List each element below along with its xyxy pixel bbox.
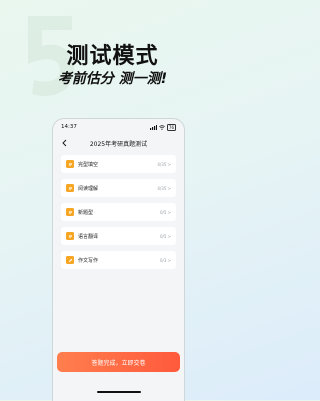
- nav-bar: 2025年考研真题测试: [53, 135, 184, 151]
- section-item-new-type[interactable]: 新题型 0/5 >: [61, 203, 176, 221]
- submit-exam-button[interactable]: 答题完成，立即交卷: [57, 352, 180, 372]
- document-icon: [66, 232, 74, 240]
- section-item-writing[interactable]: 作文写作 0/3 >: [61, 251, 176, 269]
- section-item-reading[interactable]: 阅读理解 4/35 >: [61, 179, 176, 197]
- section-label: 语言翻译: [78, 233, 99, 240]
- section-item-translation[interactable]: 语言翻译 0/5 >: [61, 227, 176, 245]
- back-chevron-icon[interactable]: [61, 139, 69, 147]
- phone-screen: 14:37 76 2025年考研真题测试 完型填空 4/35 > 阅读理解 4/…: [52, 118, 185, 401]
- section-label: 完型填空: [78, 161, 99, 168]
- battery-indicator: 76: [166, 123, 176, 131]
- status-time: 14:37: [61, 124, 77, 130]
- section-progress: 0/5 >: [159, 233, 171, 239]
- status-bar: 14:37 76: [53, 119, 184, 135]
- status-icons: 76: [149, 123, 176, 131]
- page-title: 2025年考研真题测试: [89, 140, 148, 148]
- section-label: 新题型: [78, 209, 94, 216]
- signal-icon: [149, 124, 157, 130]
- promo-subline: 考前估分 测一测!: [57, 71, 168, 87]
- promo-headline: 测试模式: [66, 44, 159, 69]
- section-item-cloze[interactable]: 完型填空 4/35 >: [61, 155, 176, 173]
- document-icon: [66, 184, 74, 192]
- section-progress: 4/35 >: [157, 185, 171, 191]
- document-icon: [66, 208, 74, 216]
- section-label: 阅读理解: [78, 185, 99, 192]
- section-progress: 0/3 >: [159, 257, 171, 263]
- wifi-icon: [158, 124, 165, 130]
- section-list: 完型填空 4/35 > 阅读理解 4/35 > 新题型 0/5 > 语言翻译 0…: [53, 151, 184, 269]
- section-label: 作文写作: [78, 257, 99, 264]
- section-progress: 4/35 >: [157, 161, 171, 167]
- home-indicator: [97, 391, 141, 393]
- document-icon: [66, 160, 74, 168]
- pencil-icon: [66, 256, 74, 264]
- section-progress: 0/5 >: [159, 209, 171, 215]
